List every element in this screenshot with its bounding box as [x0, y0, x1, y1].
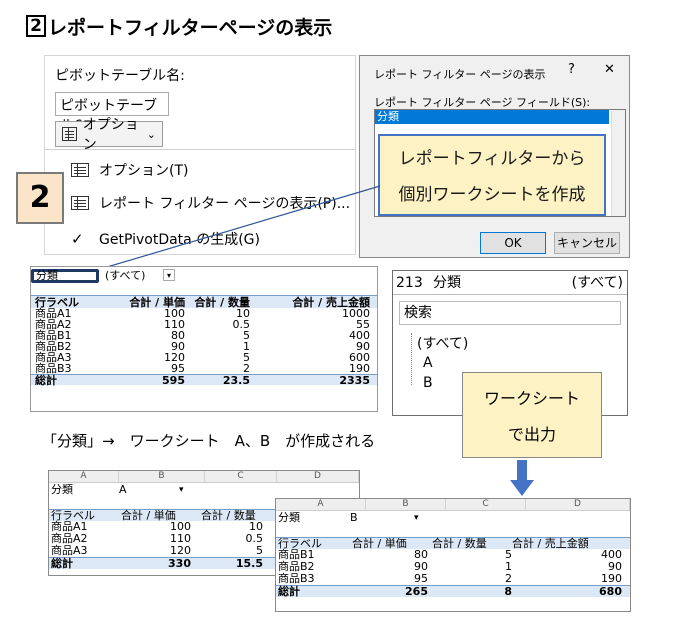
pivot-filter-row: 分類 (すべて) ▾ [31, 269, 377, 283]
output-callout: ワークシート で出力 [462, 372, 602, 458]
pivot-header-row: 行ラベル 合計 / 単価 合計 / 数量 合計 / 売上金額 [31, 295, 377, 309]
table-row: 商品B2 90 1 90 [278, 560, 622, 573]
table-row: 商品B2 90 1 90 [35, 340, 370, 353]
filter-panel-header: 213 分類 (すべて) [393, 271, 627, 295]
table-total-row: 総計 595 23.5 2335 [31, 374, 377, 386]
filter-search-input[interactable]: 検索 [399, 301, 621, 325]
sheet-header-row: 行ラベル 合計 / 単価 合計 / 数量 合計 / 売上金額 [276, 537, 630, 550]
pivot-filter-label: 分類 [31, 269, 99, 283]
table-row: 商品B3 95 2 190 [278, 572, 622, 585]
filter-item-a[interactable]: A [423, 355, 433, 371]
filter-field-value: (すべて) [571, 275, 623, 291]
table-row: 商品B1 80 5 400 [35, 329, 370, 342]
sheet-filter-row: 分類 A ▾ [51, 483, 184, 496]
pivot-filter-value: (すべて) [105, 269, 146, 282]
cell-reference: 213 [396, 275, 423, 291]
filter-item-all[interactable]: (すべて) [417, 333, 468, 353]
table-row: 商品B3 95 2 190 [35, 362, 370, 375]
table-total-row: 総計 265 8 680 [276, 585, 630, 598]
filter-field-name: 分類 [433, 275, 461, 291]
tree-line [411, 333, 412, 385]
table-row: 商品A3 120 5 600 [35, 351, 370, 364]
filter-dropdown-icon[interactable]: ▾ [163, 269, 175, 281]
table-row: 商品A2 110 0.5 55 [35, 318, 370, 331]
down-arrow-icon [510, 460, 534, 496]
table-row: 商品B1 80 5 400 [278, 548, 622, 561]
column-header: A B C D [49, 471, 359, 483]
pivot-table: 分類 (すべて) ▾ 行ラベル 合計 / 単価 合計 / 数量 合計 / 売上金… [30, 266, 378, 412]
filter-item-b[interactable]: B [423, 375, 433, 391]
pivot-body: 商品A1 100 10 1000 商品A2 110 0.5 55 商品B1 80 5 400 商品… [31, 307, 377, 386]
worksheet-b: A B C D 分類 B ▾ 行ラベル 合計 / 単価 合計 / 数量 合計 /… [275, 498, 631, 612]
filter-dropdown-icon[interactable]: ▾ [179, 484, 184, 496]
column-header: A B C D [276, 499, 630, 511]
filter-dropdown-icon[interactable]: ▾ [414, 512, 419, 524]
caption: 「分類」→ ワークシート A、B が作成される [42, 432, 376, 450]
table-row: 商品A1 100 10 1000 [35, 307, 370, 320]
sheet-filter-row: 分類 B ▾ [278, 511, 419, 524]
